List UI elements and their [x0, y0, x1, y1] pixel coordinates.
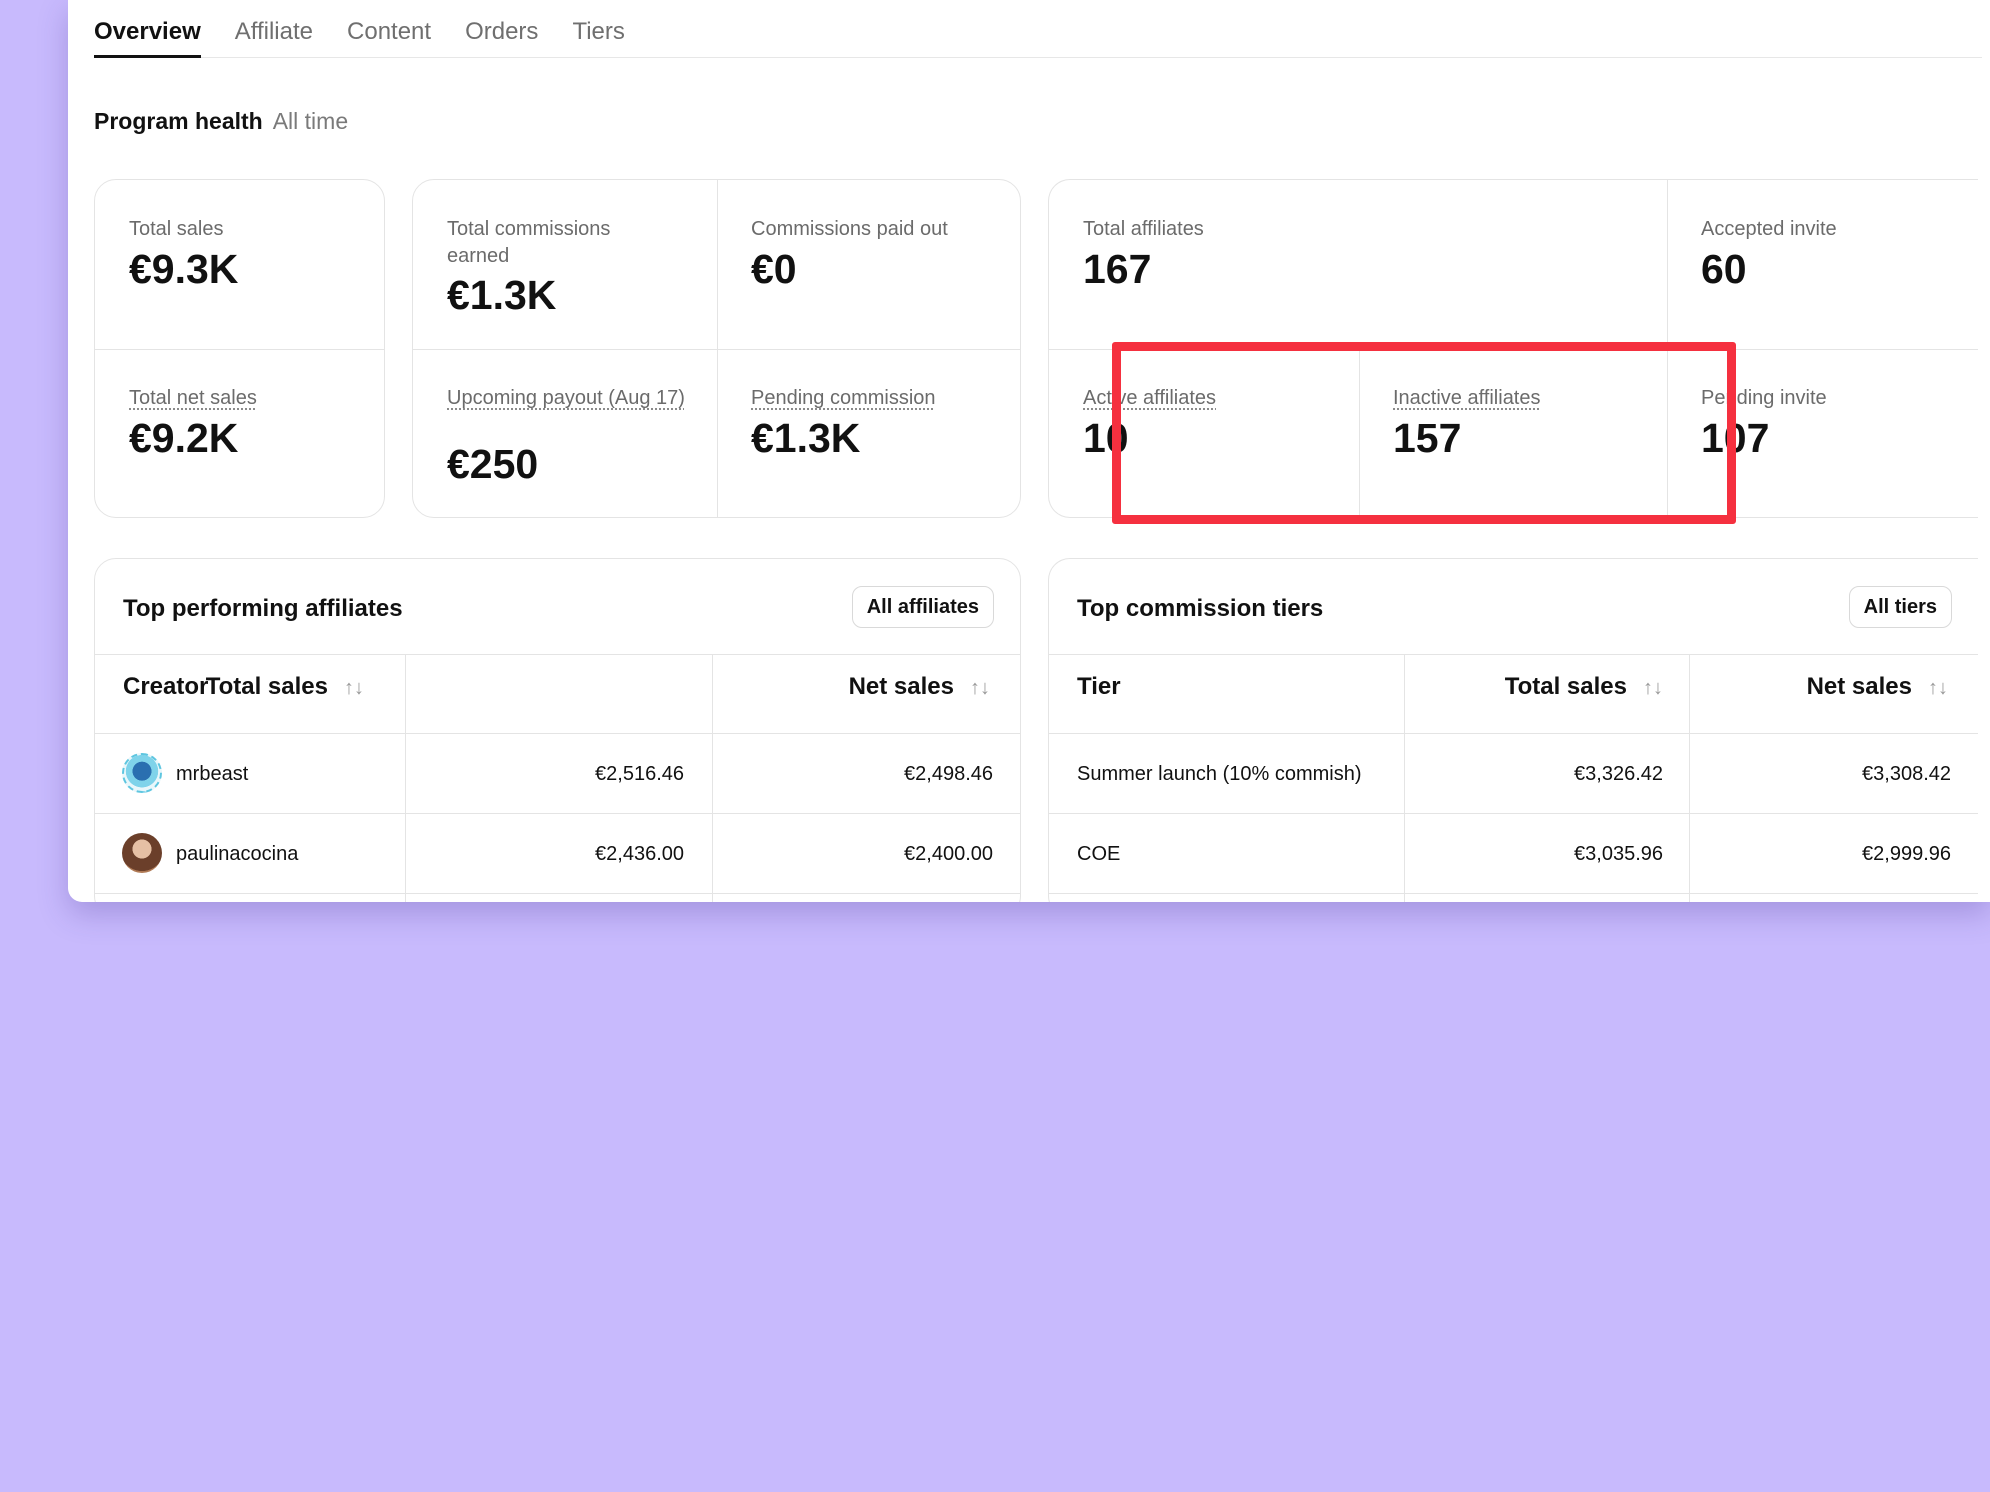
net-sales-cell: €2,999.96 — [1862, 843, 1951, 865]
all-tiers-button[interactable]: All tiers — [1848, 586, 1952, 628]
sort-icon[interactable]: ↑↓ — [970, 677, 990, 699]
creator-name[interactable]: mrbeast — [176, 763, 248, 786]
column-header-total-sales[interactable]: Total sales ↑↓ — [206, 673, 364, 701]
column-header-tier[interactable]: Tier — [1077, 673, 1121, 701]
avatar — [122, 833, 162, 873]
top-affiliates-card: Top performing affiliates All affiliates… — [94, 558, 1021, 902]
commissions-card: Total commissions earned €1.3K Commissio… — [412, 179, 1021, 518]
stat-accepted-invite: Accepted invite 60 — [1667, 180, 1978, 349]
net-sales-cell: €3,308.42 — [1862, 763, 1951, 785]
app-window: Overview Affiliate Content Orders Tiers … — [68, 0, 1990, 902]
top-tiers-title: Top commission tiers — [1077, 595, 1324, 622]
stat-total-net-sales: Total net sales €9.2K — [95, 349, 384, 517]
divider — [95, 813, 1020, 814]
section-title: Program health All time — [94, 108, 348, 135]
highlight-box — [1112, 342, 1736, 524]
column-header-label: Total sales — [1504, 673, 1627, 700]
column-header-creator[interactable]: Creator — [123, 673, 208, 701]
stat-label[interactable]: Total net sales — [129, 385, 257, 412]
stat-total-affiliates: Total affiliates 167 — [1049, 180, 1667, 349]
column-header-total-sales[interactable]: Total sales ↑↓ — [1505, 673, 1663, 701]
creator-name[interactable]: paulinacocina — [176, 843, 298, 866]
tab-overview[interactable]: Overview — [94, 0, 201, 58]
net-sales-cell: €2,400.00 — [904, 843, 993, 865]
tab-content[interactable]: Content — [347, 0, 431, 58]
column-header-label: Net sales — [848, 673, 954, 700]
section-title-main: Program health — [94, 108, 263, 134]
stat-total-commissions-earned: Total commissions earned €1.3K — [413, 180, 717, 349]
stat-value: €1.3K — [751, 415, 861, 461]
section-title-period: All time — [272, 108, 349, 134]
total-sales-cell: €2,436.00 — [595, 843, 684, 865]
avatar — [122, 753, 162, 793]
stat-label[interactable]: Pending commission — [751, 385, 936, 412]
stat-label: Total commissions earned — [447, 218, 611, 267]
divider — [1689, 654, 1690, 902]
stat-value: 60 — [1701, 246, 1747, 292]
divider — [1049, 733, 1978, 734]
stat-value: €9.3K — [129, 246, 239, 292]
stat-label: Total affiliates — [1083, 218, 1204, 240]
net-sales-cell: €2,498.46 — [904, 763, 993, 785]
total-sales-cell: €3,035.96 — [1574, 843, 1663, 865]
stat-value: 167 — [1083, 246, 1152, 292]
stat-value: €9.2K — [129, 415, 239, 461]
stat-value: €1.3K — [447, 272, 557, 318]
tab-affiliate[interactable]: Affiliate — [235, 0, 313, 58]
column-header-label: Total sales — [205, 673, 328, 700]
divider — [712, 654, 713, 902]
all-affiliates-button[interactable]: All affiliates — [851, 586, 994, 628]
stat-value: €0 — [751, 246, 797, 292]
stat-label[interactable]: Upcoming payout (Aug 17) — [447, 385, 687, 412]
divider — [1049, 813, 1978, 814]
divider — [95, 893, 1020, 894]
top-tiers-card: Top commission tiers All tiers Tier Tota… — [1048, 558, 1978, 902]
sort-icon[interactable]: ↑↓ — [344, 677, 364, 699]
tier-name[interactable]: Summer launch (10% commish) — [1077, 763, 1362, 786]
divider — [1049, 893, 1978, 894]
column-header-net-sales[interactable]: Net sales ↑↓ — [849, 673, 990, 701]
tab-tiers[interactable]: Tiers — [572, 0, 624, 58]
top-affiliates-title: Top performing affiliates — [123, 595, 403, 622]
column-header-label: Net sales — [1806, 673, 1912, 700]
divider — [95, 654, 1020, 655]
stat-total-sales: Total sales €9.3K — [95, 180, 384, 349]
total-sales-cell: €3,326.42 — [1574, 763, 1663, 785]
stat-pending-commission: Pending commission €1.3K — [717, 349, 1020, 517]
stat-value: €250 — [447, 441, 539, 487]
tier-name[interactable]: COE — [1077, 843, 1120, 866]
sales-card: Total sales €9.3K Total net sales €9.2K — [94, 179, 385, 518]
stat-label: Accepted invite — [1701, 218, 1837, 240]
sort-icon[interactable]: ↑↓ — [1928, 677, 1948, 699]
column-header-net-sales[interactable]: Net sales ↑↓ — [1807, 673, 1948, 701]
tab-orders[interactable]: Orders — [465, 0, 538, 58]
stat-label: Commissions paid out — [751, 218, 948, 240]
tab-bar: Overview Affiliate Content Orders Tiers — [94, 0, 1982, 58]
divider — [405, 654, 406, 902]
sort-icon[interactable]: ↑↓ — [1643, 677, 1663, 699]
divider — [95, 733, 1020, 734]
stat-label: Total sales — [129, 218, 224, 240]
divider — [1404, 654, 1405, 902]
stat-upcoming-payout: Upcoming payout (Aug 17) €250 — [413, 349, 717, 517]
divider — [1049, 654, 1978, 655]
stat-commissions-paid-out: Commissions paid out €0 — [717, 180, 1020, 349]
total-sales-cell: €2,516.46 — [595, 763, 684, 785]
